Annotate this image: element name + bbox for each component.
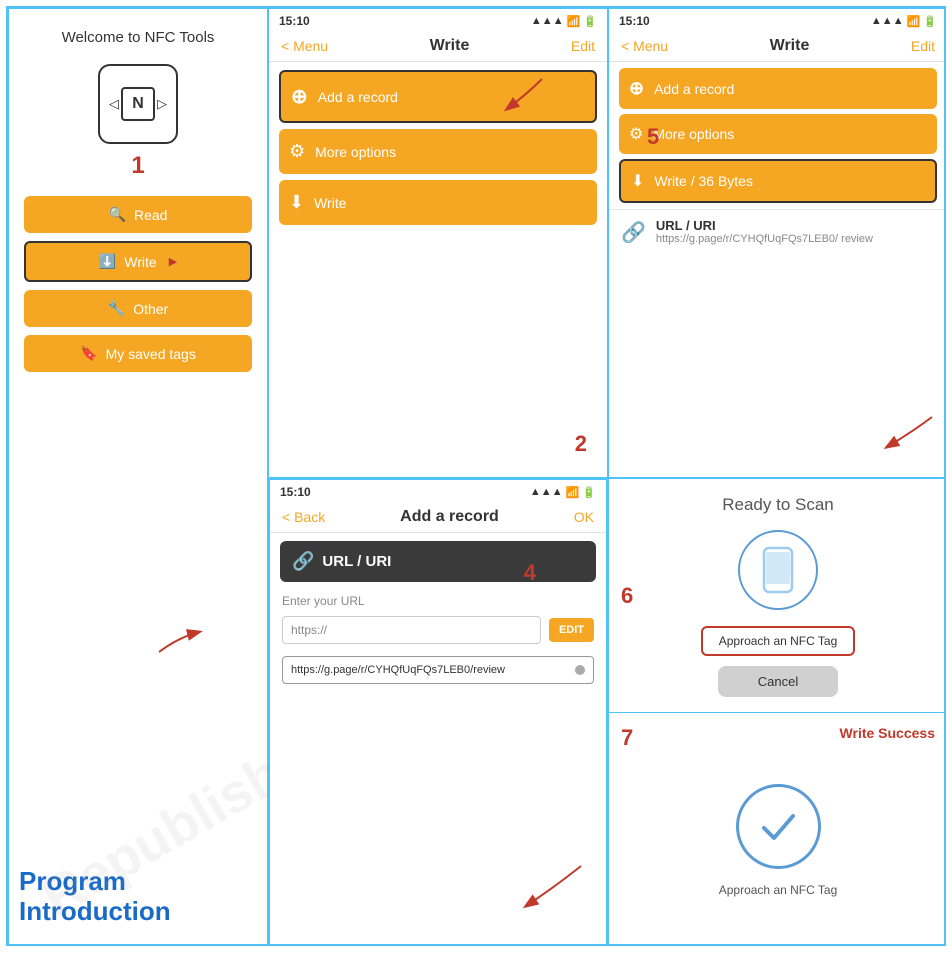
- wrench-icon: 🔧: [108, 300, 125, 317]
- more-options-button[interactable]: ⚙ More options: [279, 129, 597, 174]
- download-icon: ⬇: [289, 192, 304, 213]
- url-uri-header: 🔗 URL / URI: [280, 541, 596, 582]
- arrow-panel2: [497, 69, 547, 119]
- read-button[interactable]: 🔍 Read: [24, 196, 252, 233]
- arrow-panel4: [516, 856, 586, 916]
- add-record-button-2[interactable]: ⊕ Add a record: [279, 70, 597, 123]
- write-button[interactable]: ⬇️ Write ▶: [24, 241, 252, 282]
- edit-button[interactable]: EDIT: [549, 618, 594, 642]
- gear-icon: ⚙: [289, 141, 305, 162]
- success-circle: [736, 784, 821, 869]
- arrow-to-write: [149, 617, 209, 657]
- link-icon-dark: 🔗: [292, 551, 314, 572]
- enter-url-label: Enter your URL: [270, 590, 606, 612]
- nav-bar-2: < Menu Write Edit: [269, 33, 607, 62]
- saved-tags-button[interactable]: 🔖 My saved tags: [24, 335, 252, 372]
- step-6-number: 6: [621, 583, 633, 609]
- bookmark-icon: 🔖: [80, 345, 97, 362]
- status-bar-4: 15:10 ▲▲▲📶🔋: [270, 480, 606, 504]
- add-record-button-5[interactable]: ⊕ Add a record: [619, 68, 937, 109]
- nav-ok-4[interactable]: OK: [574, 509, 594, 525]
- url-record-row: 🔗 URL / URI https://g.page/r/CYHQfUqFQs7…: [609, 209, 946, 253]
- other-button[interactable]: 🔧 Other: [24, 290, 252, 327]
- cancel-button-6[interactable]: Cancel: [718, 666, 838, 697]
- nav-edit-5[interactable]: Edit: [911, 38, 935, 54]
- step-5-number: 5: [647, 124, 659, 150]
- approach-nfc-text-7: Approach an NFC Tag: [719, 883, 838, 897]
- welcome-title: Welcome to NFC Tools: [62, 29, 215, 46]
- write-success-label: Write Success: [840, 725, 935, 741]
- link-icon-5: 🔗: [621, 220, 646, 245]
- step-1-number: 1: [131, 152, 144, 180]
- url-input-field[interactable]: [282, 616, 541, 644]
- plus-icon-5: ⊕: [629, 78, 644, 99]
- step-4-number: 4: [524, 560, 536, 586]
- approach-nfc-button-6[interactable]: Approach an NFC Tag: [701, 626, 856, 656]
- step-7-number: 7: [621, 725, 633, 751]
- phone-icon: [762, 546, 794, 594]
- write-action-button[interactable]: ⬇ Write: [279, 180, 597, 225]
- arrow-panel5: [877, 407, 937, 457]
- plus-icon: ⊕: [291, 84, 308, 109]
- nav-back-5[interactable]: < Menu: [621, 38, 668, 54]
- download-icon-5: ⬇: [631, 171, 644, 191]
- nav-bar-5: < Menu Write Edit: [609, 33, 946, 62]
- write-icon: ⬇️: [99, 253, 116, 270]
- nav-title-2: Write: [430, 37, 470, 55]
- phone-circle: [738, 530, 818, 610]
- ready-to-scan-title: Ready to Scan: [722, 495, 834, 515]
- gear-icon-5: ⚙: [629, 124, 643, 144]
- program-intro: Program Introduction: [19, 867, 171, 927]
- step-2-number: 2: [575, 431, 587, 457]
- status-bar-5: 15:10 ▲▲▲📶🔋: [609, 9, 946, 33]
- more-options-button-5[interactable]: ⚙ More options: [619, 114, 937, 154]
- url-result-field[interactable]: https://g.page/r/CYHQfUqFQs7LEB0/review: [282, 656, 594, 684]
- write-bytes-button[interactable]: ⬇ Write / 36 Bytes: [619, 159, 937, 203]
- nav-bar-4: < Back Add a record OK: [270, 504, 606, 533]
- status-bar-2: 15:10 ▲▲▲📶🔋: [269, 9, 607, 33]
- nav-back-4[interactable]: < Back: [282, 509, 325, 525]
- search-icon: 🔍: [109, 206, 126, 223]
- nfc-logo-box: ◁ N ▷: [98, 64, 178, 144]
- nav-back-2[interactable]: < Menu: [281, 38, 328, 54]
- nav-title-4: Add a record: [400, 508, 499, 526]
- nav-title-5: Write: [770, 37, 810, 55]
- nav-edit-2[interactable]: Edit: [571, 38, 595, 54]
- checkmark-icon: [756, 804, 801, 849]
